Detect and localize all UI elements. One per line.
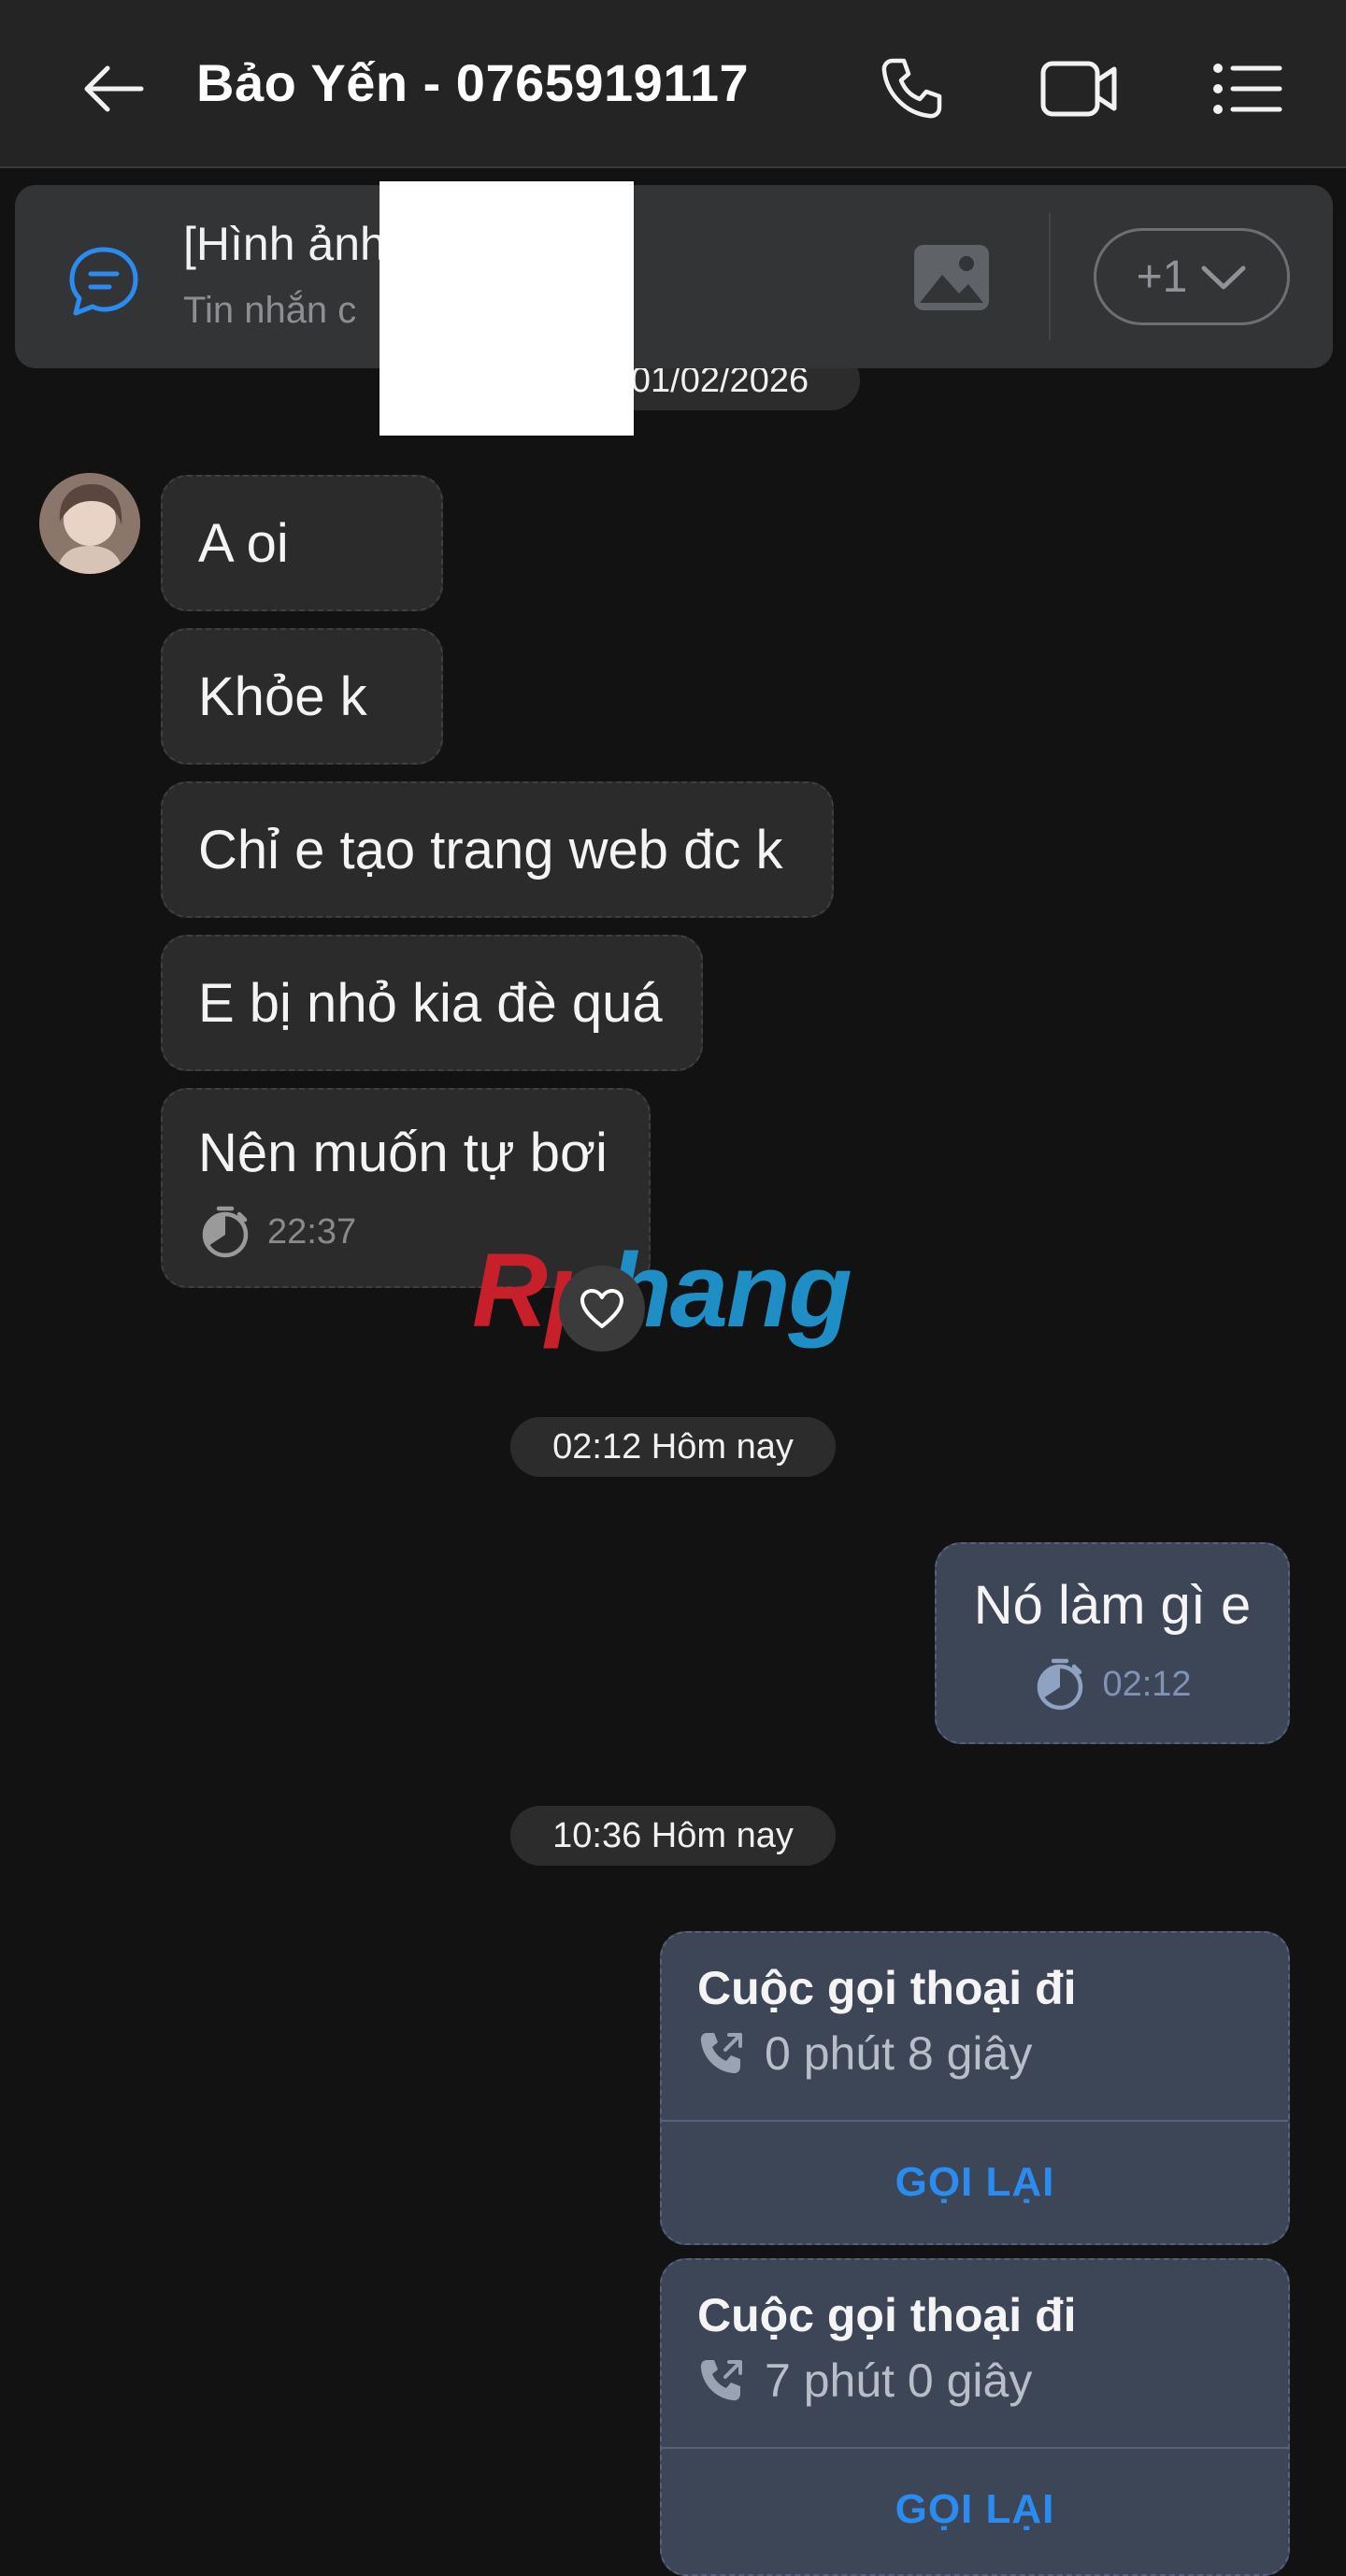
message-time-row: 02:12 xyxy=(1033,1657,1192,1711)
call-card: Cuộc gọi thoại đi 0 phút 8 giây GỌI LẠI xyxy=(660,1931,1290,2245)
voice-call-button[interactable] xyxy=(860,47,963,131)
call-back-button[interactable]: GỌI LẠI xyxy=(662,2449,1288,2570)
incoming-message[interactable]: A oi xyxy=(161,475,443,611)
pinned-chat-icon-wrap xyxy=(60,237,148,325)
message-text: E bị nhỏ kia đè quá xyxy=(198,972,663,1034)
outgoing-call-icon xyxy=(700,2033,742,2074)
avatar-image xyxy=(39,473,140,574)
date-pill: 10:36 Hôm nay xyxy=(510,1806,836,1866)
call-duration-row: 7 phút 0 giây xyxy=(697,2354,1032,2408)
back-button[interactable] xyxy=(65,51,159,126)
contact-title[interactable]: Bảo Yến - 0765919117 xyxy=(196,52,749,113)
chat-header: Bảo Yến - 0765919117 xyxy=(0,0,1346,168)
date-label: 10:36 Hôm nay xyxy=(552,1815,794,1855)
divider xyxy=(1049,213,1051,340)
message-text: Khỏe k xyxy=(198,665,367,727)
watermark-logo: Rphang xyxy=(472,1232,852,1349)
redaction-box xyxy=(379,181,634,436)
contact-avatar[interactable] xyxy=(39,473,140,574)
pinned-subtitle-left: Tin nhắn c xyxy=(183,290,357,331)
video-call-button[interactable] xyxy=(1028,47,1131,131)
call-card: Cuộc gọi thoại đi 7 phút 0 giây GỌI LẠI xyxy=(660,2258,1290,2576)
menu-button[interactable] xyxy=(1196,47,1299,131)
message-time: 22:37 xyxy=(267,1211,357,1252)
react-button[interactable] xyxy=(559,1266,645,1352)
pinned-message-banner[interactable]: [Hình ảnh Tin nhắn cu +1 xyxy=(15,185,1333,368)
incoming-message[interactable]: Khỏe k xyxy=(161,628,443,765)
pinned-title: [Hình ảnh xyxy=(183,218,386,270)
video-call-icon xyxy=(1040,61,1117,117)
date-label: 02:12 Hôm nay xyxy=(552,1426,794,1467)
menu-list-icon xyxy=(1213,64,1282,114)
outgoing-call-icon xyxy=(700,2360,742,2401)
outgoing-message[interactable]: Nó làm gì e 02:12 xyxy=(935,1542,1290,1744)
chat-bubble-icon xyxy=(69,247,138,316)
call-duration: 0 phút 8 giây xyxy=(765,2027,1033,2080)
call-info: Cuộc gọi thoại đi 0 phút 8 giây xyxy=(662,1933,1288,2120)
message-time: 02:12 xyxy=(1102,1664,1192,1704)
incoming-message[interactable]: E bị nhỏ kia đè quá xyxy=(161,935,703,1071)
phone-icon xyxy=(881,58,942,119)
message-text: Chỉ e tạo trang web đc k xyxy=(198,819,783,880)
call-duration: 7 phút 0 giây xyxy=(765,2354,1033,2407)
message-text: Nó làm gì e xyxy=(973,1575,1252,1636)
call-info: Cuộc gọi thoại đi 7 phút 0 giây xyxy=(662,2260,1288,2447)
date-pill: 02:12 Hôm nay xyxy=(510,1417,836,1477)
call-title: Cuộc gọi thoại đi xyxy=(697,1962,1077,2014)
message-text: Nên muốn tự bơi xyxy=(198,1123,608,1183)
heart-icon xyxy=(580,1289,623,1328)
message-time-row: 22:37 xyxy=(198,1205,356,1259)
incoming-message[interactable]: Chỉ e tạo trang web đc k xyxy=(161,781,834,918)
timer-icon xyxy=(1038,1658,1083,1710)
message-text: A oi xyxy=(198,512,289,574)
call-back-button[interactable]: GỌI LẠI xyxy=(662,2122,1288,2243)
chevron-down-icon xyxy=(1201,265,1246,290)
back-arrow-icon xyxy=(84,65,144,112)
image-icon xyxy=(914,245,989,310)
more-pinned-button[interactable]: +1 xyxy=(1094,228,1290,325)
pinned-thumbnail xyxy=(910,241,993,314)
more-pinned-count: +1 xyxy=(1136,251,1188,302)
timer-icon xyxy=(202,1206,249,1258)
call-title: Cuộc gọi thoại đi xyxy=(697,2289,1077,2341)
call-duration-row: 0 phút 8 giây xyxy=(697,2026,1032,2081)
